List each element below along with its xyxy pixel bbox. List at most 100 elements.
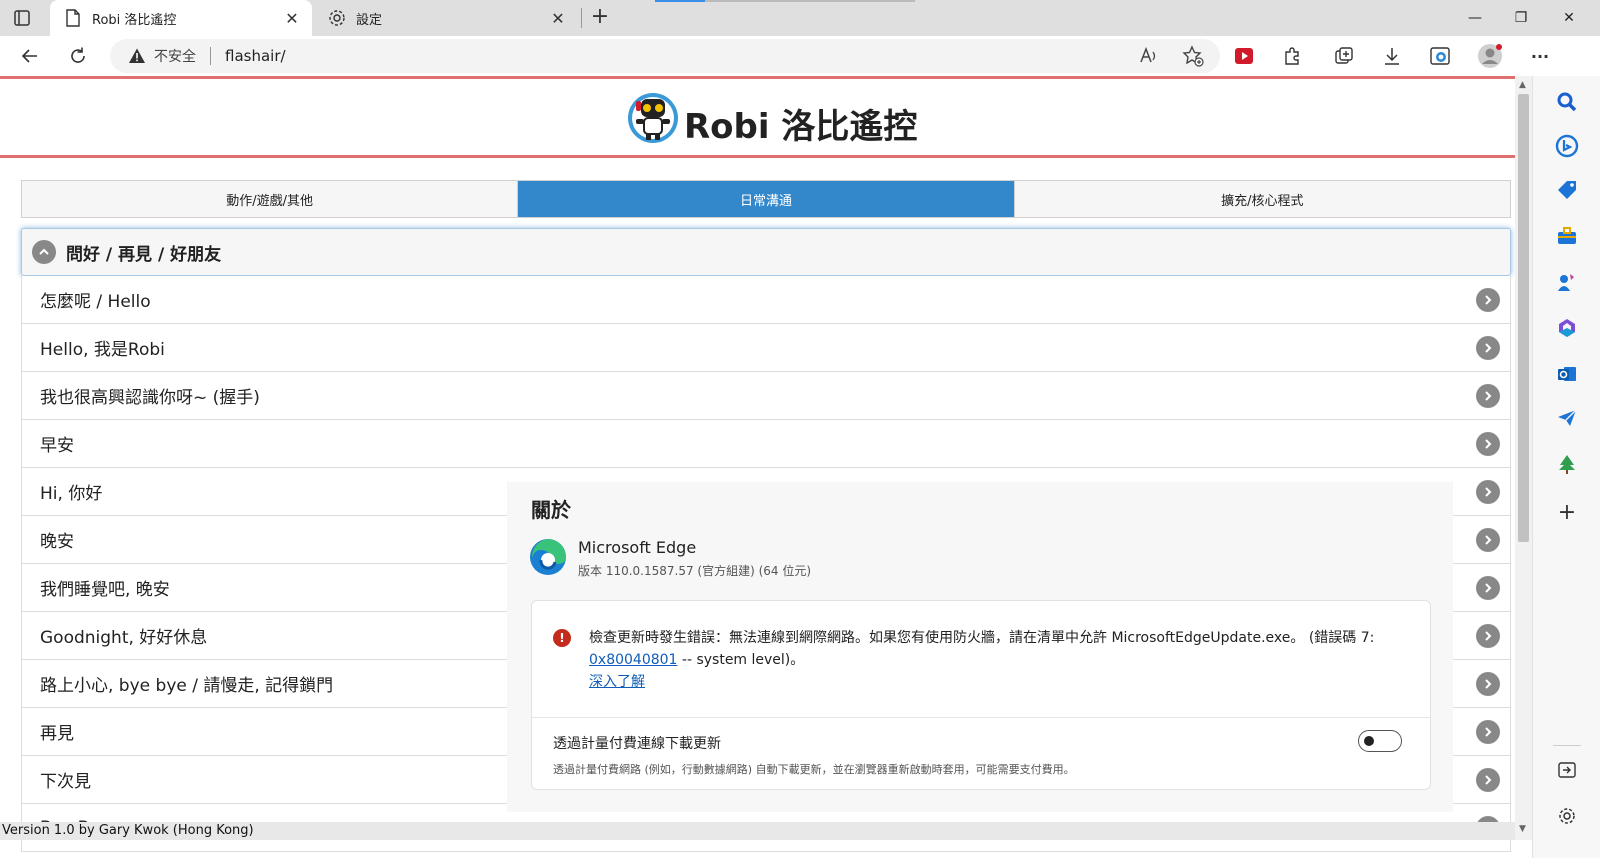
list-item-label: Hi, 你好 [40, 484, 103, 504]
security-label[interactable]: 不安全 [154, 46, 196, 66]
page-scrollbar[interactable]: ▲ ▼ [1515, 76, 1532, 840]
list-item[interactable]: 早安 [21, 420, 1511, 468]
scroll-up-icon[interactable]: ▲ [1519, 80, 1526, 90]
sidebar-divider [1553, 745, 1581, 746]
tools-briefcase-icon[interactable] [1555, 224, 1579, 248]
list-item-label: 晚安 [40, 532, 74, 552]
collections-icon[interactable] [1330, 42, 1358, 70]
page-icon [64, 9, 82, 27]
edge-browser-essentials-icon[interactable] [1426, 42, 1454, 70]
edge-logo-icon [529, 538, 567, 576]
site-header: Robi 洛比遙控 [0, 79, 1532, 155]
chevron-right-icon [1476, 336, 1500, 360]
chevron-right-icon [1476, 528, 1500, 552]
metered-toggle[interactable] [1358, 730, 1402, 752]
list-item-label: 怎麼呢 / Hello [40, 292, 151, 312]
games-icon[interactable] [1555, 270, 1579, 294]
gear-icon [328, 9, 346, 27]
avatar[interactable] [1476, 42, 1504, 70]
new-tab-button[interactable]: + [588, 6, 612, 30]
tab-daily-communication[interactable]: 日常溝通 [518, 181, 1015, 217]
window-close-button[interactable]: ✕ [1546, 0, 1592, 36]
update-card: ! 檢查更新時發生錯誤：無法連線到網際網路。如果您有使用防火牆，請在清單中允許 … [531, 600, 1431, 790]
more-icon[interactable]: ··· [1526, 42, 1554, 70]
shopping-tag-icon[interactable] [1555, 178, 1579, 202]
toggle-knob [1364, 736, 1374, 746]
warning-icon[interactable] [128, 47, 146, 65]
url-text[interactable]: flashair/ [225, 47, 286, 65]
back-arrow-icon[interactable] [16, 42, 44, 70]
address-bar[interactable]: 不安全 flashair/ [110, 39, 1220, 73]
list-item[interactable]: Hello, 我是Robi [21, 324, 1511, 372]
tab-loading-track [705, 0, 915, 2]
tab-loading-indicator [655, 0, 705, 2]
restore-button[interactable]: ❐ [1498, 0, 1544, 36]
list-item-label: Goodnight, 好好休息 [40, 628, 208, 648]
error-text-tail: -- system level)。 [677, 652, 805, 668]
close-icon[interactable]: ✕ [546, 6, 570, 30]
chevron-right-icon [1476, 624, 1500, 648]
chevron-right-icon [1476, 288, 1500, 312]
footer: Version 1.0 by Gary Kwok (Hong Kong) [0, 822, 1532, 840]
address-separator [210, 47, 211, 65]
chevron-right-icon [1476, 384, 1500, 408]
list-item[interactable]: 我也很高興認識你呀~ (握手) [21, 372, 1511, 420]
extensions-icon[interactable] [1278, 42, 1306, 70]
gear-icon[interactable] [1555, 804, 1579, 828]
scrollbar-thumb[interactable] [1518, 94, 1529, 542]
error-code-link[interactable]: 0x80040801 [589, 652, 677, 668]
tree-icon[interactable] [1555, 452, 1579, 476]
outlook-icon[interactable] [1555, 362, 1579, 386]
sidebar-collapse-icon[interactable] [1555, 758, 1579, 782]
microsoft365-icon[interactable] [1555, 316, 1579, 340]
list-item-label: 我們睡覺吧, 晚安 [40, 580, 170, 600]
error-text: 檢查更新時發生錯誤：無法連線到網際網路。如果您有使用防火牆，請在清單中允許 Mi… [589, 630, 1375, 646]
tab-settings[interactable]: 設定 ✕ [314, 0, 578, 36]
web-page: Robi 洛比遙控 動作/遊戲/其他 日常溝通 擴充/核心程式 問好 / 再見 … [0, 76, 1532, 858]
header-border [0, 155, 1532, 158]
update-error-message: 檢查更新時發生錯誤：無法連線到網際網路。如果您有使用防火牆，請在清單中允許 Mi… [589, 627, 1419, 693]
product-name: Microsoft Edge [578, 538, 697, 557]
close-icon[interactable]: ✕ [280, 6, 304, 30]
list-item-label: 下次見 [40, 772, 91, 792]
tab-extensions-core[interactable]: 擴充/核心程式 [1015, 181, 1510, 217]
list-item-label: 我也很高興認識你呀~ (握手) [40, 388, 260, 408]
tab-separator [581, 8, 582, 28]
edge-sidebar: + [1532, 76, 1600, 858]
tab-robi[interactable]: Robi 洛比遙控 ✕ [50, 0, 312, 36]
video-extension-icon[interactable] [1230, 42, 1258, 70]
scroll-down-icon[interactable]: ▼ [1519, 824, 1526, 834]
tab-title: 設定 [356, 12, 383, 28]
tab-actions-games[interactable]: 動作/遊戲/其他 [22, 181, 519, 217]
error-icon: ! [553, 629, 571, 647]
chevron-up-icon[interactable] [32, 240, 56, 264]
bing-chat-icon[interactable] [1555, 134, 1579, 158]
list-item-label: Hello, 我是Robi [40, 340, 165, 360]
add-favorite-icon[interactable] [1182, 45, 1204, 71]
refresh-icon[interactable] [64, 42, 92, 70]
learn-more-link[interactable]: 深入了解 [589, 674, 645, 690]
metered-setting-title: 透過計量付費連線下載更新 [553, 736, 721, 752]
about-panel: 關於 Microsoft Edge 版本 110.0.1587.57 (官方組建… [507, 482, 1453, 812]
chevron-right-icon [1476, 768, 1500, 792]
list-item[interactable]: 怎麼呢 / Hello [21, 276, 1511, 324]
download-icon[interactable] [1378, 42, 1406, 70]
about-title: 關於 [531, 498, 571, 522]
tab-actions-icon[interactable] [12, 8, 32, 28]
search-icon[interactable] [1555, 90, 1579, 114]
robi-logo-icon [626, 91, 680, 145]
chevron-right-icon [1476, 576, 1500, 600]
section-header[interactable]: 問好 / 再見 / 好朋友 [21, 228, 1511, 276]
minimize-button[interactable]: — [1452, 0, 1498, 36]
version-text: 版本 110.0.1587.57 (官方組建) (64 位元) [578, 564, 812, 578]
chevron-right-icon [1476, 432, 1500, 456]
add-icon[interactable]: + [1555, 500, 1579, 525]
divider [532, 717, 1430, 718]
tab-title: Robi 洛比遙控 [92, 12, 177, 28]
read-aloud-icon[interactable] [1138, 45, 1160, 71]
send-drop-icon[interactable] [1555, 406, 1579, 430]
list-item-label: 再見 [40, 724, 74, 744]
category-tabs: 動作/遊戲/其他 日常溝通 擴充/核心程式 [21, 180, 1511, 218]
chevron-right-icon [1476, 720, 1500, 744]
metered-setting-desc: 透過計量付費網路 (例如，行動數據網路) 自動下載更新，並在瀏覽器重新啟動時套用… [553, 763, 1075, 776]
